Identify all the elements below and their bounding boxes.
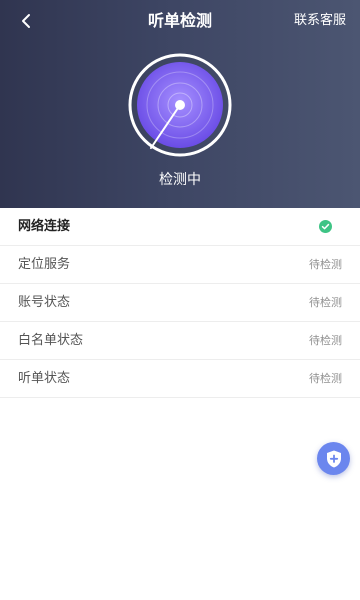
check-item-network[interactable]: 网络连接 (0, 208, 360, 246)
check-list: 网络连接 定位服务 待检测 账号状态 待检测 白名单状态 待检测 听单状态 待检… (0, 208, 360, 398)
check-item-location[interactable]: 定位服务 待检测 (0, 246, 360, 284)
check-item-whitelist[interactable]: 白名单状态 待检测 (0, 322, 360, 360)
contact-support-link[interactable]: 联系客服 (294, 10, 346, 32)
back-button[interactable] (12, 8, 40, 34)
radar-scanner (128, 53, 232, 157)
shield-plus-icon (326, 450, 341, 467)
scan-status: 检测中 (159, 172, 201, 188)
header: 听单检测 联系客服 检测中 (0, 0, 360, 208)
check-item-order-listening[interactable]: 听单状态 待检测 (0, 360, 360, 398)
check-label: 定位服务 (18, 257, 71, 272)
check-label: 账号状态 (18, 295, 71, 310)
check-status: 待检测 (309, 334, 342, 347)
safety-fab-button[interactable] (317, 442, 350, 475)
check-label: 听单状态 (18, 371, 71, 386)
check-status: 待检测 (309, 258, 342, 271)
check-status: 待检测 (309, 372, 342, 385)
check-item-account[interactable]: 账号状态 待检测 (0, 284, 360, 322)
check-circle-icon (319, 220, 332, 233)
chevron-left-icon (22, 14, 30, 28)
check-status: 待检测 (309, 296, 342, 309)
check-label: 网络连接 (18, 219, 71, 234)
check-label: 白名单状态 (18, 333, 84, 348)
